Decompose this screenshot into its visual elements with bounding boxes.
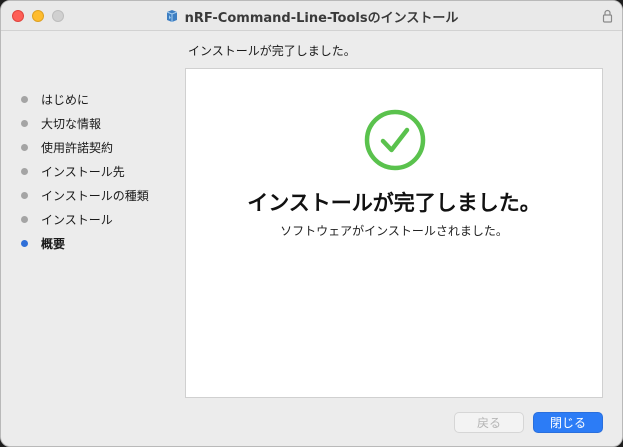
- window-title: nRF-Command-Line-Toolsのインストール: [184, 10, 459, 26]
- title-bar: nRF-Command-Line-Toolsのインストール: [1, 1, 622, 31]
- step-summary: 概要: [21, 231, 171, 255]
- step-label: 概要: [41, 236, 66, 251]
- title-container: nRF-Command-Line-Toolsのインストール: [1, 1, 622, 31]
- step-destination: インストール先: [21, 159, 171, 183]
- completion-title: インストールが完了しました。: [247, 191, 541, 215]
- package-icon: [166, 10, 177, 22]
- step-dot: [21, 95, 28, 103]
- step-dot: [21, 167, 28, 175]
- step-label: インストール先: [41, 164, 125, 179]
- step-label: インストールの種類: [41, 188, 149, 203]
- step-installation: インストール: [21, 207, 171, 231]
- content-panel: インストールが完了しました。 ソフトウェアがインストールされました。: [185, 68, 603, 398]
- step-dot-active: [21, 239, 28, 247]
- back-button[interactable]: 戻る: [454, 412, 524, 433]
- completion-subtitle: ソフトウェアがインストールされました。: [280, 224, 508, 238]
- step-label: 大切な情報: [41, 116, 102, 131]
- step-license: 使用許諾契約: [21, 135, 171, 159]
- steps-sidebar: はじめに 大切な情報 使用許諾契約 インストール先 インストールの種類 インスト…: [21, 87, 171, 255]
- step-label: はじめに: [41, 92, 90, 107]
- step-label: インストール: [41, 212, 113, 227]
- step-dot: [21, 215, 28, 223]
- step-dot: [21, 119, 28, 127]
- step-introduction: はじめに: [21, 87, 171, 111]
- step-label: 使用許諾契約: [41, 140, 114, 155]
- step-read-me: 大切な情報: [21, 111, 171, 135]
- installer-window: nRF-Command-Line-Toolsのインストール インストールが完了し…: [0, 0, 623, 447]
- page-header: インストールが完了しました。: [188, 44, 356, 58]
- step-dot: [21, 191, 28, 199]
- step-dot: [21, 143, 28, 151]
- checkmark-circle-icon: [364, 109, 426, 171]
- close-button[interactable]: 閉じる: [533, 412, 603, 433]
- lock-icon: [602, 9, 613, 23]
- step-installation-type: インストールの種類: [21, 183, 171, 207]
